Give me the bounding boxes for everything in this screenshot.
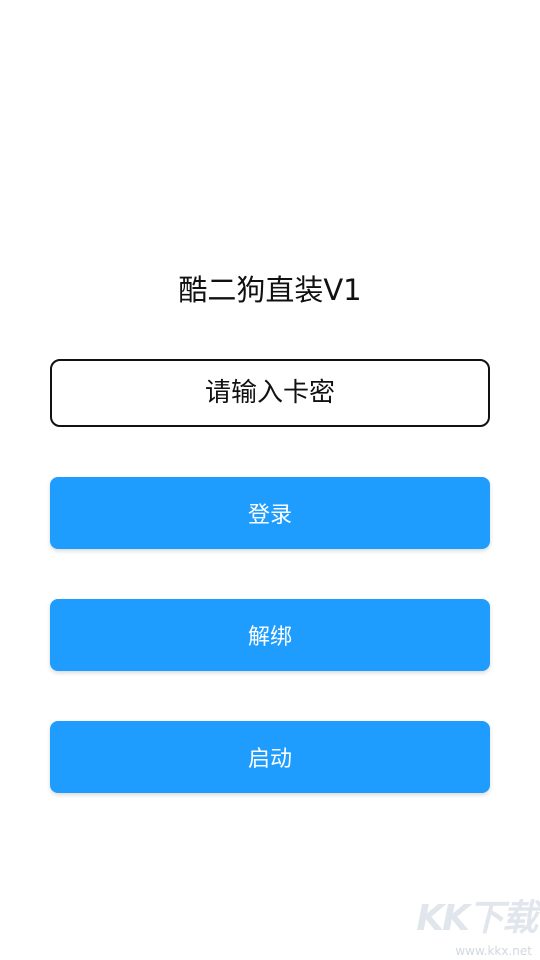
watermark-logo: KK下载 <box>416 898 538 939</box>
card-key-input[interactable] <box>50 359 490 427</box>
watermark-url: www.kkx.net <box>455 944 532 958</box>
watermark: KK下载 www.kkx.net <box>416 898 538 958</box>
app-title: 酷二狗直装V1 <box>178 273 362 307</box>
login-button[interactable]: 登录 <box>50 477 490 549</box>
start-button[interactable]: 启动 <box>50 721 490 793</box>
unbind-button[interactable]: 解绑 <box>50 599 490 671</box>
